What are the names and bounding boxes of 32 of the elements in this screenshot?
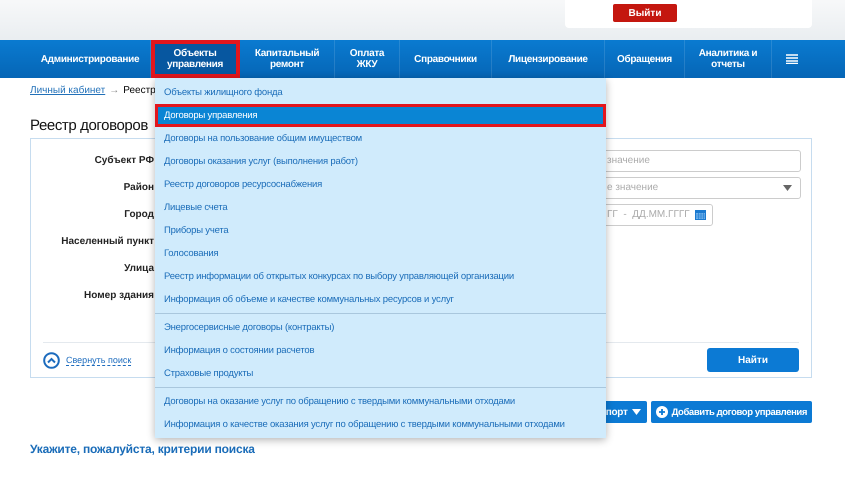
- menu-item[interactable]: Реестр информации об открытых конкурсах по выбору управляющей организации: [155, 265, 606, 288]
- nav-tab[interactable]: Аналитика и отчеты: [685, 40, 772, 78]
- filter-label: Город: [123, 209, 154, 220]
- menu-item[interactable]: Договоры управления: [155, 104, 606, 127]
- menu-item[interactable]: Голосования: [155, 242, 606, 265]
- search-hint: Укажите, пожалуйста, критерии поиска: [30, 442, 256, 456]
- logout-button[interactable]: Выйти: [613, 4, 677, 22]
- collapse-icon[interactable]: [43, 352, 60, 368]
- menu-item[interactable]: Информация о состоянии расчетов: [155, 339, 606, 362]
- filter-label: Район: [122, 182, 154, 193]
- filter-label: Населенный пункт: [60, 236, 154, 247]
- menu-item[interactable]: Объекты жилищного фонда: [155, 81, 606, 104]
- add-contract-button[interactable]: Добавить договор управления: [650, 401, 812, 423]
- breadcrumb-separator: →: [109, 84, 120, 96]
- filter-label: Субъект РФ: [94, 155, 154, 166]
- menu-item[interactable]: Договоры на пользование общим имуществом: [155, 127, 606, 150]
- menu-item[interactable]: Информация об объеме и качестве коммунальных ресурсов и услуг: [155, 288, 606, 311]
- breadcrumb-current: Реестр: [123, 84, 156, 96]
- menu-item[interactable]: Энергосервисные договоры (контракты): [155, 316, 606, 339]
- caret-icon: [632, 409, 641, 415]
- calendar-icon: [695, 209, 706, 220]
- menu-item[interactable]: Страховые продукты: [155, 362, 606, 385]
- collapse-search-link[interactable]: Свернуть поиск: [66, 354, 132, 366]
- plus-icon: [656, 406, 668, 418]
- filter-label: Номер здания: [83, 290, 154, 301]
- caret-icon: [783, 184, 792, 190]
- search-button[interactable]: Найти: [707, 348, 799, 372]
- nav-tab[interactable]: Объекты управления: [151, 40, 240, 78]
- page-title: Реестр договоров: [30, 116, 148, 136]
- nav-tab[interactable]: Обращения: [605, 40, 685, 78]
- breadcrumb-link[interactable]: Личный кабинет: [30, 84, 106, 96]
- filter-label: Улица: [123, 263, 154, 274]
